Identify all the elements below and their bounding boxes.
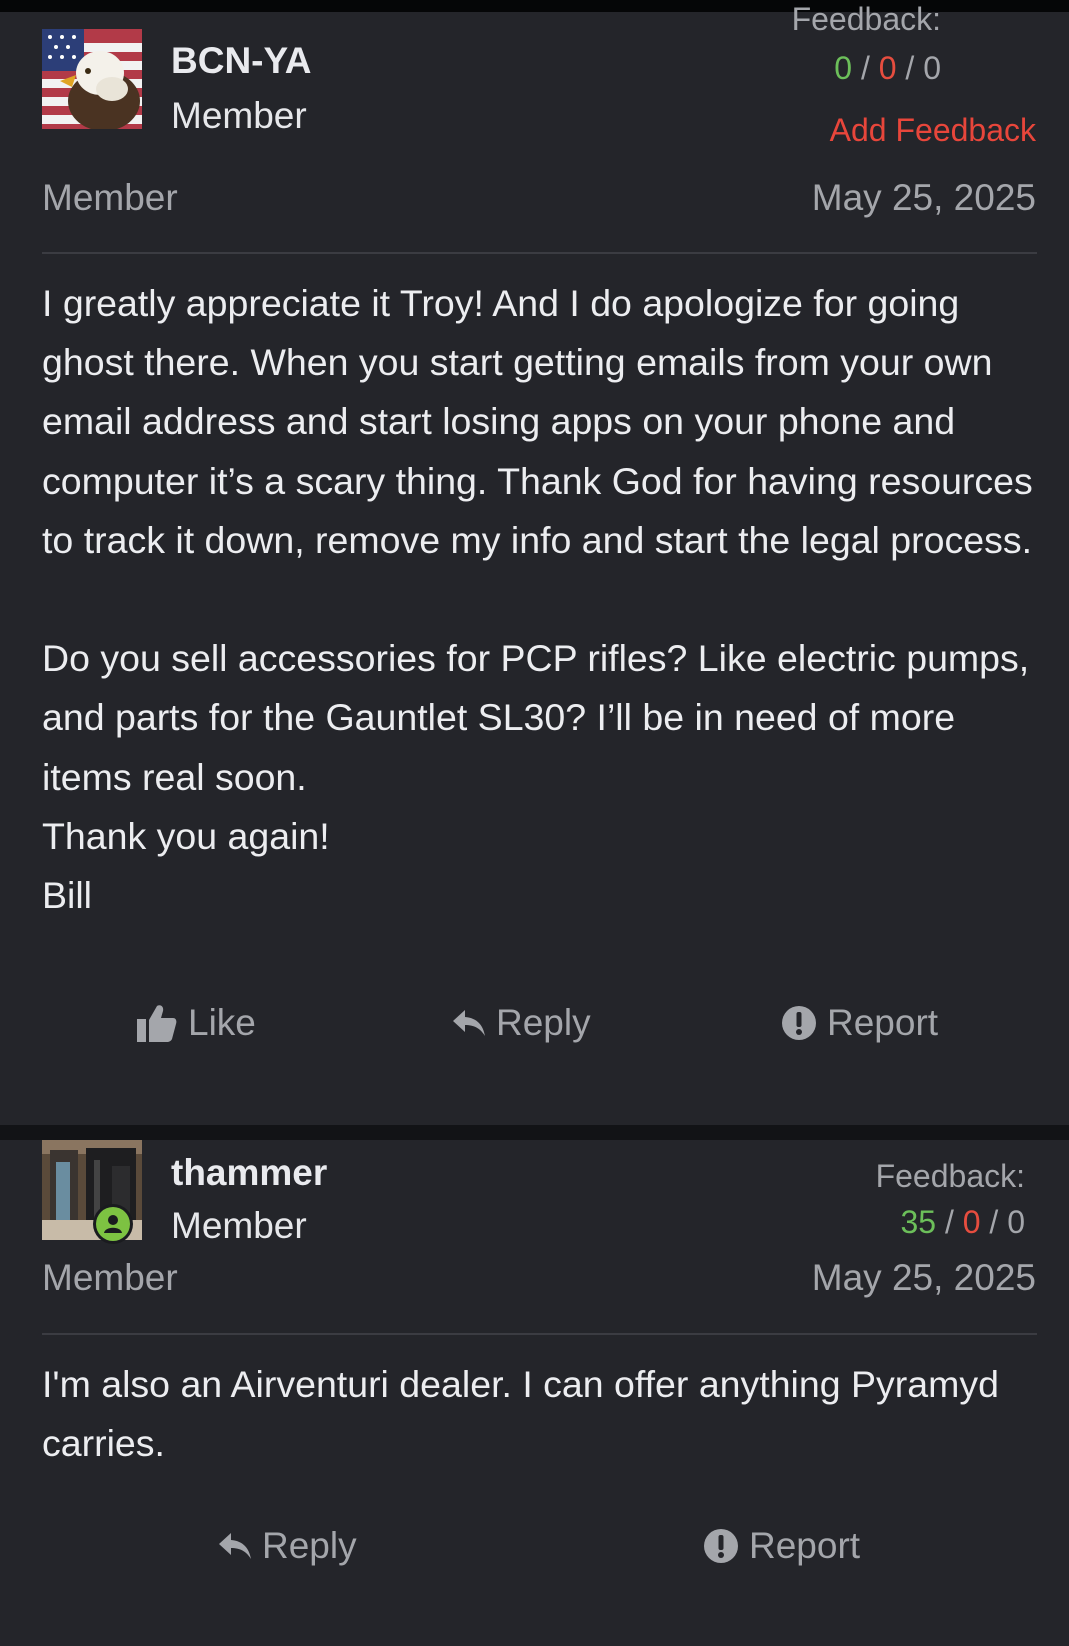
header-divider	[42, 1333, 1037, 1335]
post-body: I'm also an Airventuri dealer. I can off…	[42, 1363, 999, 1465]
feedback-label: Feedback:	[875, 1158, 1025, 1194]
feedback-separator: /	[989, 1204, 999, 1240]
author-title: Member	[171, 95, 307, 136]
eagle-flag-avatar-icon	[42, 29, 142, 131]
feedback-separator: /	[860, 50, 870, 86]
reply-button[interactable]: Reply	[218, 1525, 357, 1567]
like-button[interactable]: Like	[136, 1002, 256, 1044]
like-label: Like	[188, 1002, 256, 1043]
feedback-label: Feedback:	[791, 1, 941, 37]
post-bcn-ya: BCN-YA Member Feedback: 0 / 0 / 0 Add Fe…	[0, 1, 1069, 1125]
feedback-negative-count: 0	[962, 1204, 981, 1240]
exclamation-circle-icon	[704, 1529, 738, 1563]
reply-label: Reply	[262, 1525, 357, 1566]
reply-button[interactable]: Reply	[452, 1002, 591, 1044]
feedback-separator: /	[905, 50, 915, 86]
reply-arrow-icon	[453, 1010, 485, 1036]
member-role: Member	[42, 177, 178, 218]
online-status-icon	[96, 1207, 130, 1241]
member-role: Member	[42, 1257, 178, 1298]
feedback-positive-count: 0	[834, 50, 853, 86]
thumbs-up-icon	[137, 1005, 177, 1042]
reply-label: Reply	[496, 1002, 591, 1043]
exclamation-circle-icon	[782, 1006, 816, 1040]
post-date[interactable]: May 25, 2025	[812, 177, 1036, 219]
author-title: Member	[171, 1205, 307, 1246]
post-thammer: thammer Member Feedback: 35 / 0 / 0 Memb…	[0, 1140, 1069, 1646]
author-name[interactable]: BCN-YA	[171, 40, 311, 82]
feedback-negative-count: 0	[878, 50, 897, 86]
report-button[interactable]: Report	[703, 1525, 860, 1567]
avatar[interactable]	[42, 29, 142, 131]
reply-arrow-icon	[219, 1533, 251, 1559]
post-body: I greatly appreciate it Troy! And I do a…	[42, 282, 1033, 917]
feedback-counts[interactable]: 35 / 0 / 0	[900, 1204, 1025, 1241]
post-date[interactable]: May 25, 2025	[812, 1257, 1036, 1299]
feedback-positive-count: 35	[900, 1204, 937, 1240]
author-name[interactable]: thammer	[171, 1152, 327, 1194]
feedback-neutral-count: 0	[923, 50, 941, 86]
feedback-neutral-count: 0	[1007, 1204, 1025, 1240]
report-label: Report	[749, 1525, 861, 1566]
post-separator	[0, 1125, 1069, 1140]
avatar[interactable]	[42, 1140, 142, 1244]
header-divider	[42, 252, 1037, 254]
report-button[interactable]: Report	[781, 1002, 938, 1044]
feedback-separator: /	[944, 1204, 954, 1240]
add-feedback-link[interactable]: Add Feedback	[830, 112, 1036, 149]
online-status-badge	[93, 1204, 133, 1244]
report-label: Report	[827, 1002, 939, 1043]
feedback-counts[interactable]: 0 / 0 / 0	[834, 50, 941, 87]
